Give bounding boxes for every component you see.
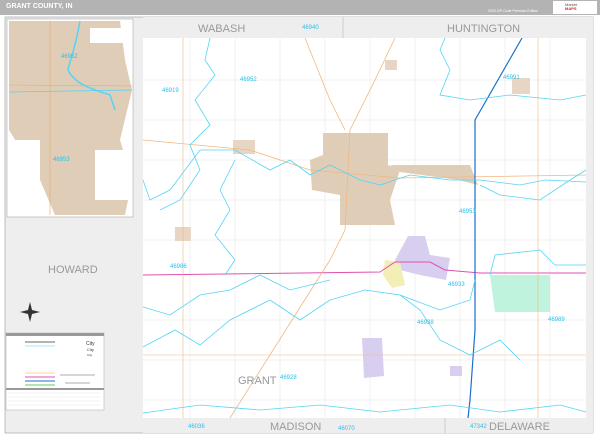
county-label-madison: MADISON — [270, 421, 321, 433]
zip-label-46036: 46036 — [188, 424, 205, 430]
zip-label-46928: 46928 — [280, 375, 297, 381]
zip-label-46940: 46940 — [302, 25, 319, 31]
inset-zip-label-46953: 46953 — [53, 157, 70, 163]
zip-code-map[interactable]: WABASH HUNTINGTON HOWARD GRANT MADISON D… — [0, 15, 600, 436]
fowlerton — [450, 366, 462, 376]
zip-label-46991: 46991 — [503, 75, 520, 81]
inset-zip-label-46952: 46952 — [61, 54, 78, 60]
east-neighbor-band — [586, 17, 593, 433]
zip-label-46938: 46938 — [417, 320, 434, 326]
legend-city-small: City — [87, 353, 93, 357]
sweetser — [233, 140, 255, 154]
zip-label-46933: 46933 — [448, 282, 465, 288]
legend-city-medium: City — [87, 347, 94, 352]
map-title: GRANT COUNTY, IN — [6, 3, 73, 10]
header-bar: GRANT COUNTY, IN 2020 ZIP Code Premium E… — [0, 0, 600, 15]
landess — [385, 60, 397, 70]
zip-label-46952: 46952 — [240, 77, 257, 83]
county-label-grant: GRANT — [238, 375, 277, 387]
map-legend: City City City — [5, 332, 105, 411]
edition-label: 2020 ZIP Code Premium Edition — [488, 9, 539, 13]
zip-label-46989: 46989 — [548, 317, 565, 323]
zip-label-46986: 46986 — [170, 264, 187, 270]
county-label-huntington: HUNTINGTON — [447, 23, 520, 35]
fairmount — [362, 338, 384, 378]
zip-label-46070: 46070 — [338, 426, 355, 432]
county-label-howard: HOWARD — [48, 264, 98, 276]
zip-label-46919: 46919 — [162, 88, 179, 94]
logo-text-maps: MAPS — [565, 6, 577, 11]
county-label-delaware: DELAWARE — [489, 421, 550, 433]
publisher-logo: Market MAPS — [553, 1, 597, 14]
zip-label-47342: 47342 — [470, 424, 487, 430]
taylor-university — [490, 275, 550, 312]
county-label-wabash: WABASH — [198, 23, 245, 35]
inset-map-marion[interactable]: 46952 46953 — [6, 18, 134, 218]
zip-label-46953: 46953 — [459, 209, 476, 215]
